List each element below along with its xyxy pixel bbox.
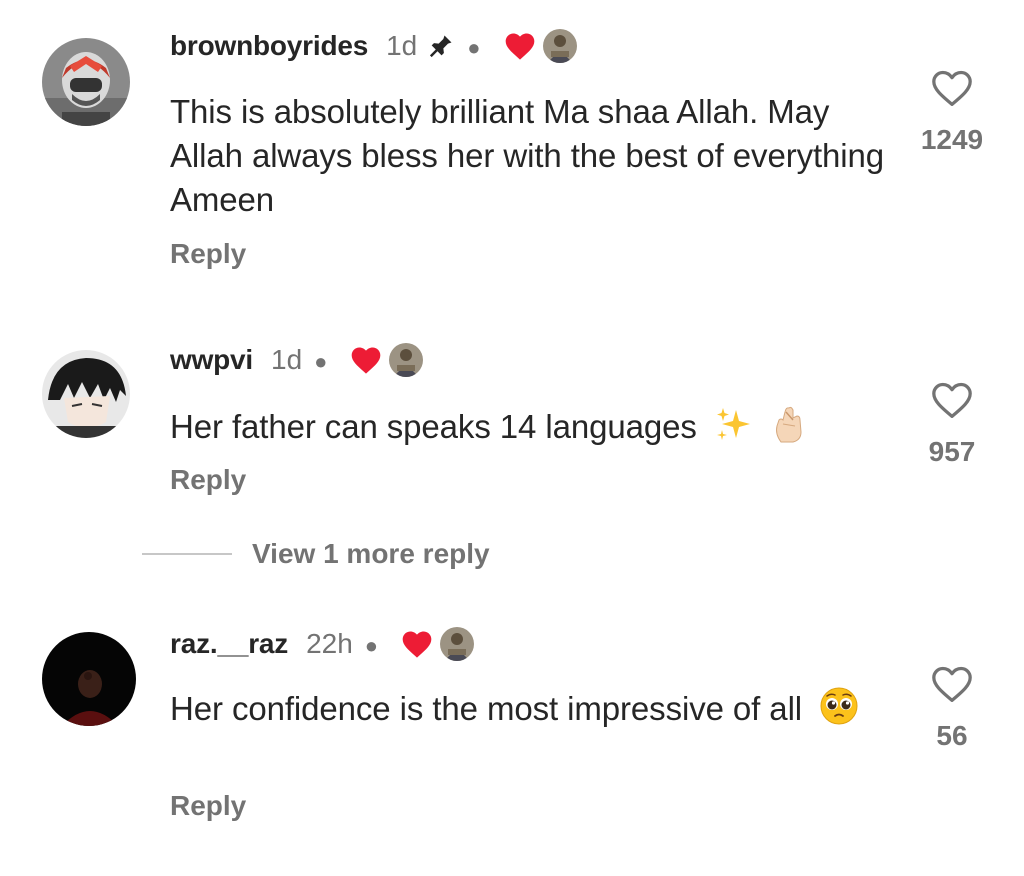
- separator-dot: ●: [364, 633, 379, 658]
- separator-dot: ●: [467, 35, 481, 60]
- creator-liked-heart-icon: [505, 33, 534, 60]
- reply-button[interactable]: Reply: [170, 790, 246, 822]
- reply-button[interactable]: Reply: [170, 464, 246, 496]
- view-more-replies-label: View 1 more reply: [252, 538, 490, 569]
- like-count: 56: [936, 720, 968, 751]
- pin-icon: [427, 32, 455, 60]
- heart-outline-icon[interactable]: [930, 68, 974, 108]
- comment-text: Her father can speaks 14 languages: [170, 408, 697, 445]
- comment-text: This is absolutely brilliant Ma shaa All…: [170, 93, 885, 218]
- like-control: 1249: [892, 68, 1012, 156]
- username[interactable]: wwpvi: [170, 344, 253, 376]
- comment-text: Her confidence is the most impressive of…: [170, 690, 803, 727]
- sparkles-emoji: [716, 408, 750, 440]
- like-control: 957: [892, 380, 1012, 468]
- reply-button[interactable]: Reply: [170, 238, 246, 270]
- avatar[interactable]: [42, 38, 130, 126]
- timestamp: 1d: [386, 30, 418, 61]
- heart-outline-icon[interactable]: [930, 380, 974, 420]
- timestamp: 22h: [306, 628, 353, 659]
- creator-avatar: [389, 343, 424, 377]
- reply-thread-line: [142, 553, 232, 555]
- pleading-face-emoji: [820, 687, 858, 725]
- comment-meta: brownboyrides 1d ●: [170, 26, 577, 66]
- view-more-replies[interactable]: View 1 more reply: [142, 534, 490, 574]
- avatar[interactable]: [42, 350, 130, 438]
- username[interactable]: brownboyrides: [170, 30, 368, 62]
- creator-liked-heart-icon: [352, 347, 381, 374]
- like-count: 1249: [920, 124, 984, 155]
- avatar[interactable]: [42, 632, 136, 726]
- like-count: 957: [928, 436, 976, 467]
- heart-outline-icon[interactable]: [930, 664, 974, 704]
- separator-dot: ●: [314, 349, 328, 374]
- comment-meta: wwpvi 1d ●: [170, 340, 424, 380]
- comment-text-row: Her father can speaks 14 languages: [170, 404, 890, 449]
- username[interactable]: raz.__raz: [170, 628, 288, 660]
- comment-text-block: Her confidence is the most impressive of…: [170, 686, 890, 731]
- creator-avatar: [542, 29, 577, 63]
- like-control: 56: [892, 664, 1012, 752]
- creator-liked-heart-icon: [402, 631, 432, 658]
- creator-avatar: [440, 627, 475, 661]
- timestamp: 1d: [271, 344, 303, 375]
- comment-meta: raz.__raz 22h ●: [170, 624, 475, 664]
- crossed-fingers-emoji: [775, 406, 802, 443]
